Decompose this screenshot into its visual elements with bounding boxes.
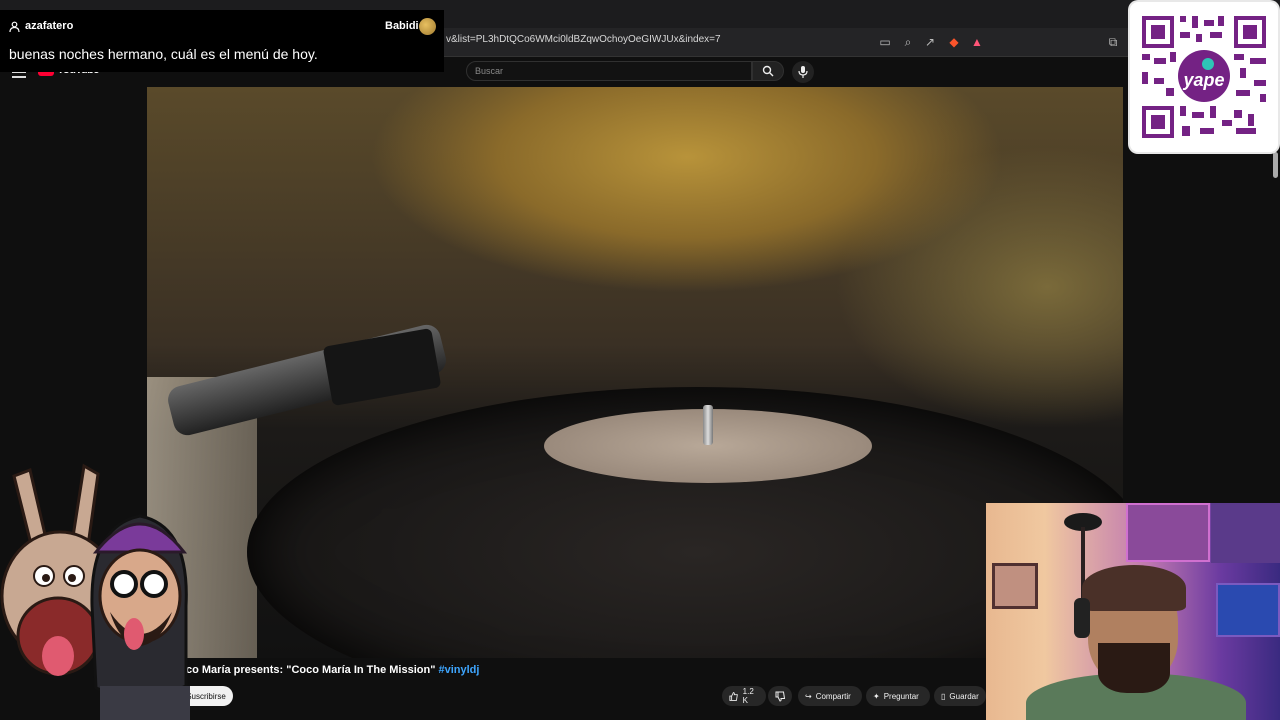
yape-qr-code: yape xyxy=(1142,16,1266,138)
microphone-icon xyxy=(798,66,808,78)
like-count: 1.2 K xyxy=(742,687,754,705)
thumbs-down-icon xyxy=(775,691,785,702)
voice-search-button[interactable] xyxy=(792,61,814,83)
thumbs-up-icon xyxy=(729,691,738,701)
ask-label: Preguntar xyxy=(883,691,919,701)
ask-button[interactable]: ✦ Preguntar xyxy=(866,686,930,706)
streamer-cap xyxy=(1082,565,1186,611)
brave-shield-icon[interactable]: ◆ xyxy=(946,34,962,50)
brave-rewards-icon[interactable]: ▲ xyxy=(969,34,985,50)
donkey-mascot-illustration xyxy=(0,463,190,720)
sidebar-toggle-icon[interactable]: ⧉ xyxy=(1105,34,1121,50)
save-button[interactable]: ▯ Guardar xyxy=(934,686,986,706)
qr-card: yape xyxy=(1130,2,1278,152)
video-player[interactable] xyxy=(147,87,1123,658)
sparkle-icon: ✦ xyxy=(873,691,880,701)
search-icon xyxy=(762,65,774,77)
share-label: Compartir xyxy=(815,691,851,701)
streamer-beard xyxy=(1098,643,1170,693)
scrollbar-thumb[interactable] xyxy=(1273,152,1278,178)
wall-poster xyxy=(1211,503,1280,563)
save-label: Guardar xyxy=(949,691,979,701)
video-title-text: co María presents: "Coco María In The Mi… xyxy=(186,664,436,676)
cast-icon[interactable]: ▭ xyxy=(877,34,893,50)
video-hashtag-link[interactable]: #vinyldj xyxy=(439,664,480,676)
share-page-icon[interactable]: ↗ xyxy=(922,34,938,50)
bookmark-icon: ▯ xyxy=(941,691,946,701)
search-input[interactable]: Buscar xyxy=(466,61,752,81)
chat-badge-name: Babidi xyxy=(385,20,419,32)
webcam-feed xyxy=(986,503,1280,720)
chat-message: buenas noches hermano, cuál es el menú d… xyxy=(9,46,318,62)
headset xyxy=(1074,598,1090,638)
dislike-button[interactable] xyxy=(768,686,792,706)
wall-frame xyxy=(992,563,1038,609)
chat-username: azafatero xyxy=(25,20,74,32)
record-spindle xyxy=(703,405,713,445)
tonearm-cartridge xyxy=(322,327,442,407)
share-icon: ↪ xyxy=(805,691,812,701)
address-url[interactable]: v&list=PL3hDtQCo6WMci0ldBZqwOchoyOeGIWJU… xyxy=(446,34,721,45)
search-button[interactable] xyxy=(752,61,784,81)
badge-avatar-icon xyxy=(419,18,436,35)
zoom-icon[interactable]: ⌕ xyxy=(900,34,916,50)
yape-logo-text: yape xyxy=(1182,70,1224,90)
wall-poster xyxy=(1126,503,1210,562)
share-button[interactable]: ↪ Compartir xyxy=(798,686,862,706)
secondary-column xyxy=(1123,152,1280,502)
wall-poster xyxy=(1216,583,1280,637)
video-title: co María presents: "Coco María In The Mi… xyxy=(186,664,479,676)
user-icon xyxy=(9,21,20,32)
like-button[interactable]: 1.2 K xyxy=(722,686,766,706)
